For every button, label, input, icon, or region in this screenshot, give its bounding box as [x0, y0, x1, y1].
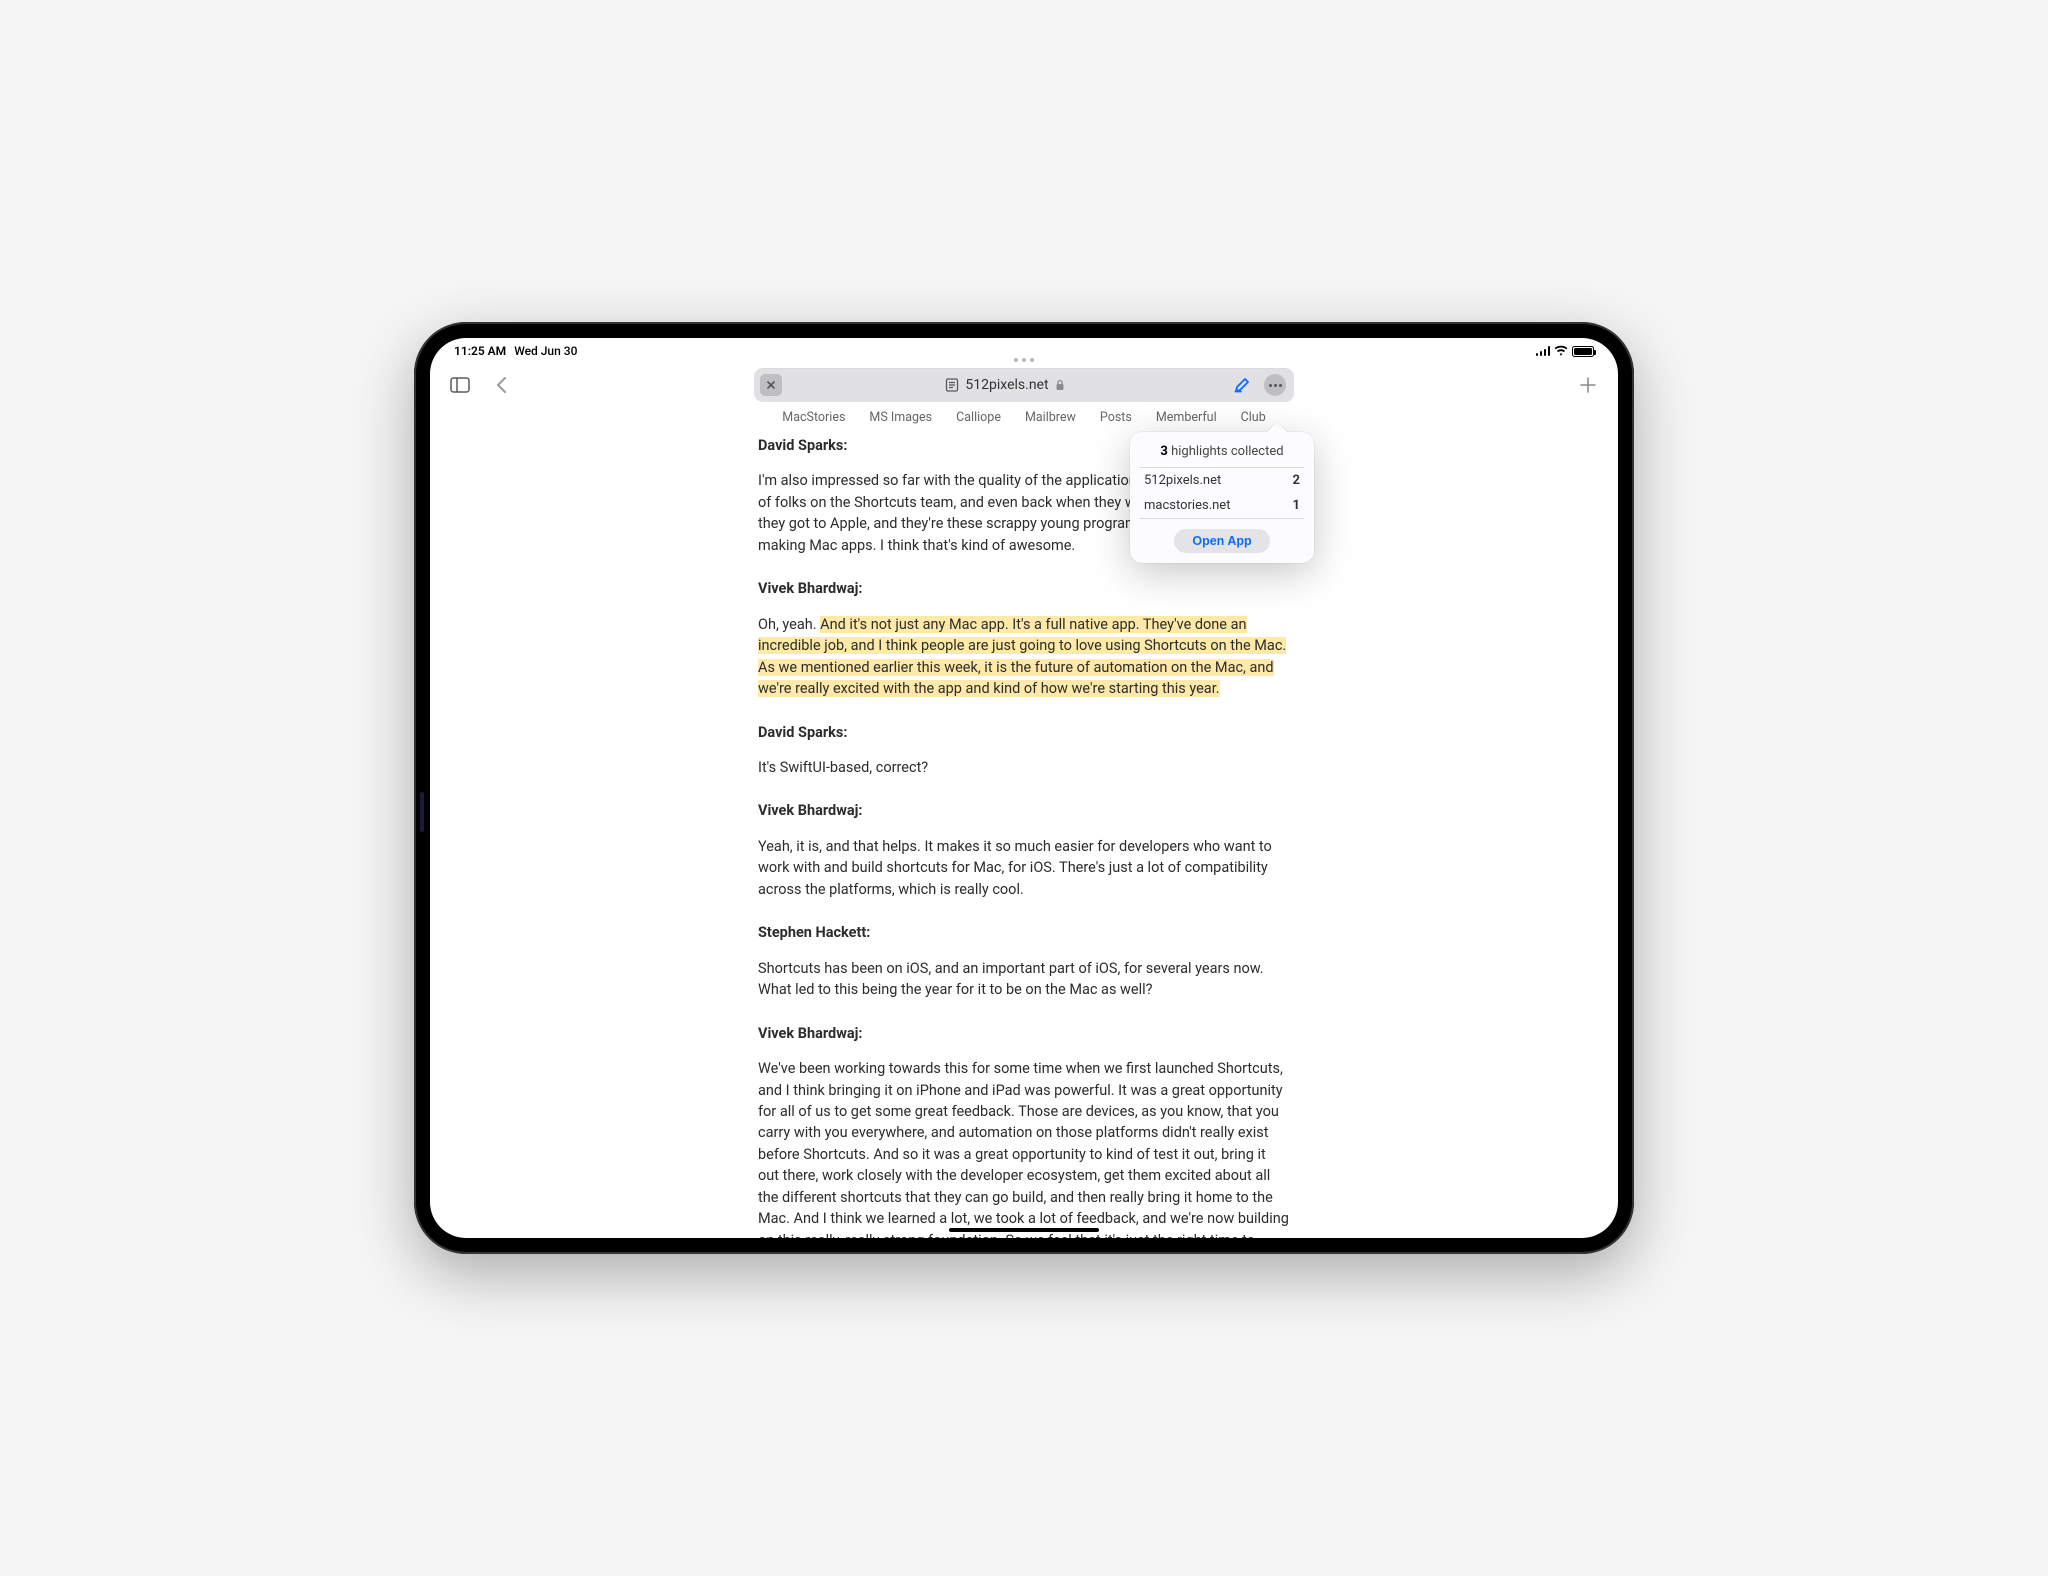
- favorite-link[interactable]: MacStories: [782, 410, 845, 425]
- reader-mode-icon[interactable]: [945, 378, 959, 392]
- paragraph: It's SwiftUI-based, correct?: [758, 757, 1290, 778]
- paragraph: Shortcuts has been on iOS, and an import…: [758, 958, 1290, 1001]
- wifi-icon: [1554, 344, 1568, 358]
- url-bar[interactable]: 512pixels.net: [754, 368, 1294, 402]
- ipad-frame: 11:25 AM Wed Jun 30: [414, 322, 1634, 1254]
- url-text: 512pixels.net: [782, 377, 1228, 393]
- paragraph: Oh, yeah. And it's not just any Mac app.…: [758, 614, 1290, 700]
- speaker-label: Vivek Bhardwaj:: [758, 578, 1290, 599]
- speaker-label: Vivek Bhardwaj:: [758, 800, 1290, 821]
- status-date: Wed Jun 30: [514, 344, 577, 358]
- popover-row[interactable]: 512pixels.net 2: [1130, 468, 1314, 493]
- multitask-dots[interactable]: [430, 358, 1618, 362]
- page-actions-button[interactable]: [1264, 374, 1286, 396]
- highlighted-text: And it's not just any Mac app. It's a fu…: [758, 616, 1286, 697]
- close-tab-button[interactable]: [760, 374, 782, 396]
- speaker-label: Stephen Hackett:: [758, 922, 1290, 943]
- signal-icon: [1536, 346, 1551, 356]
- status-bar: 11:25 AM Wed Jun 30: [430, 338, 1618, 360]
- popover-row[interactable]: macstories.net 1: [1130, 493, 1314, 518]
- lock-icon: [1055, 379, 1065, 391]
- paragraph: Yeah, it is, and that helps. It makes it…: [758, 836, 1290, 900]
- status-time: 11:25 AM: [454, 344, 506, 358]
- battery-icon: [1572, 346, 1594, 357]
- page-content[interactable]: David Sparks: I'm also impressed so far …: [430, 431, 1618, 1238]
- favorite-link[interactable]: Calliope: [956, 410, 1001, 425]
- favorite-link[interactable]: Memberful: [1156, 410, 1217, 425]
- favorite-link[interactable]: Mailbrew: [1025, 410, 1076, 425]
- favorites-bar: MacStories MS Images Calliope Mailbrew P…: [430, 410, 1618, 431]
- browser-toolbar: 512pixels.net: [430, 364, 1618, 410]
- sidebar-toggle-icon[interactable]: [446, 371, 474, 399]
- home-indicator[interactable]: [949, 1228, 1099, 1232]
- favorite-link[interactable]: Posts: [1100, 410, 1132, 425]
- speaker-label: Vivek Bhardwaj:: [758, 1023, 1290, 1044]
- speaker-label: David Sparks:: [758, 722, 1290, 743]
- annotate-button[interactable]: [1228, 371, 1256, 399]
- back-button[interactable]: [488, 371, 516, 399]
- paragraph: We've been working towards this for some…: [758, 1058, 1290, 1238]
- favorite-link[interactable]: MS Images: [869, 410, 932, 425]
- highlights-popover: 3 highlights collected 512pixels.net 2 m…: [1130, 432, 1314, 563]
- screen: 11:25 AM Wed Jun 30: [430, 338, 1618, 1238]
- new-tab-button[interactable]: [1574, 371, 1602, 399]
- open-app-button[interactable]: Open App: [1174, 529, 1269, 553]
- device-side-indicator: [420, 792, 424, 832]
- favorite-link[interactable]: Club: [1241, 410, 1266, 425]
- popover-title: 3 highlights collected: [1130, 442, 1314, 467]
